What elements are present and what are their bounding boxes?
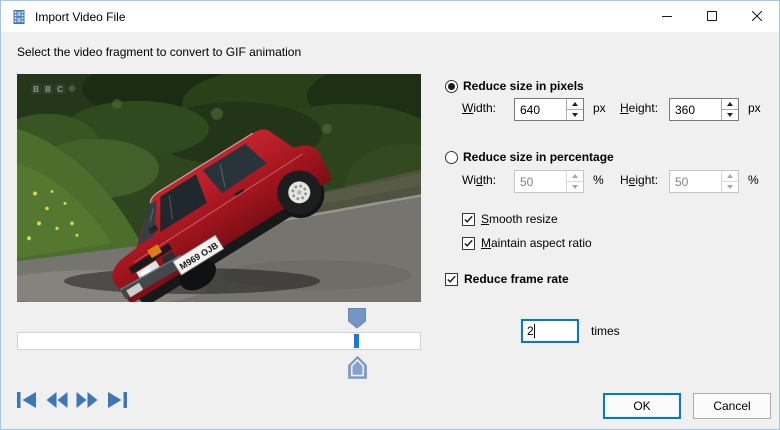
video-preview: B B C: [17, 74, 421, 302]
percentage-width-value: 50: [515, 171, 566, 192]
maximize-button[interactable]: [689, 1, 734, 31]
minimize-button[interactable]: [644, 1, 689, 31]
radio-reduce-percentage[interactable]: [445, 151, 458, 164]
percentage-height-unit: %: [748, 173, 759, 187]
import-video-dialog: Import Video File Select the video fragm…: [0, 0, 780, 430]
pixels-height-spinner[interactable]: 360: [669, 98, 739, 121]
skip-to-end-button[interactable]: [105, 390, 129, 410]
percentage-height-spin-down: [722, 182, 738, 192]
percentage-height-spinner: 50: [669, 170, 739, 193]
slider-track[interactable]: [17, 332, 421, 350]
playback-bar: [15, 390, 129, 410]
text-caret: [534, 324, 535, 338]
slider-bottom-marker[interactable]: [348, 356, 367, 379]
percentage-height-label: Height:: [620, 173, 658, 187]
pixels-width-value[interactable]: 640: [515, 99, 566, 120]
cancel-button[interactable]: Cancel: [693, 393, 771, 419]
pixels-height-spin-down[interactable]: [722, 110, 738, 120]
smooth-resize-checkbox[interactable]: [462, 213, 475, 226]
maintain-aspect-label[interactable]: Maintain aspect ratio: [481, 236, 592, 250]
svg-text:B: B: [33, 85, 39, 94]
pixels-width-spinner[interactable]: 640: [514, 98, 584, 121]
pixels-width-label: Width:: [462, 101, 496, 115]
radio-reduce-pixels-label[interactable]: Reduce size in pixels: [463, 79, 584, 93]
window-title: Import Video File: [35, 10, 126, 24]
percentage-height-spin-up: [722, 171, 738, 182]
rewind-button[interactable]: [45, 390, 69, 410]
reduce-frame-rate-checkbox[interactable]: [445, 273, 458, 286]
skip-to-start-button[interactable]: [15, 390, 39, 410]
frame-rate-input[interactable]: 2: [521, 319, 579, 343]
pixels-width-unit: px: [593, 101, 606, 115]
window-controls: [644, 1, 779, 31]
frame-rate-unit: times: [591, 324, 620, 338]
slider-position-tick: [354, 334, 359, 348]
pixels-width-spin-down[interactable]: [567, 110, 583, 120]
pixels-height-value[interactable]: 360: [670, 99, 721, 120]
radio-reduce-percentage-label[interactable]: Reduce size in percentage: [463, 150, 614, 164]
radio-reduce-pixels[interactable]: [445, 80, 458, 93]
titlebar: Import Video File: [1, 1, 779, 32]
fast-forward-button[interactable]: [75, 390, 99, 410]
percentage-height-value: 50: [670, 171, 721, 192]
close-button[interactable]: [734, 1, 779, 31]
pixels-width-spin-up[interactable]: [567, 99, 583, 110]
ok-button[interactable]: OK: [603, 393, 681, 419]
maintain-aspect-checkbox[interactable]: [462, 237, 475, 250]
svg-text:B: B: [45, 85, 51, 94]
instruction-text: Select the video fragment to convert to …: [17, 45, 301, 59]
percentage-width-spin-up: [567, 171, 583, 182]
svg-text:C: C: [57, 85, 63, 94]
pixels-height-unit: px: [748, 101, 761, 115]
percentage-width-spin-down: [567, 182, 583, 192]
smooth-resize-label[interactable]: Smooth resize: [481, 212, 558, 226]
slider-top-marker[interactable]: [348, 308, 366, 329]
reduce-frame-rate-label[interactable]: Reduce frame rate: [464, 272, 569, 286]
pixels-height-label: Height:: [620, 101, 658, 115]
percentage-width-spinner: 50: [514, 170, 584, 193]
filmstrip-icon: [11, 9, 27, 25]
percentage-width-label: Width:: [462, 173, 496, 187]
percentage-width-unit: %: [593, 173, 604, 187]
pixels-height-spin-up[interactable]: [722, 99, 738, 110]
